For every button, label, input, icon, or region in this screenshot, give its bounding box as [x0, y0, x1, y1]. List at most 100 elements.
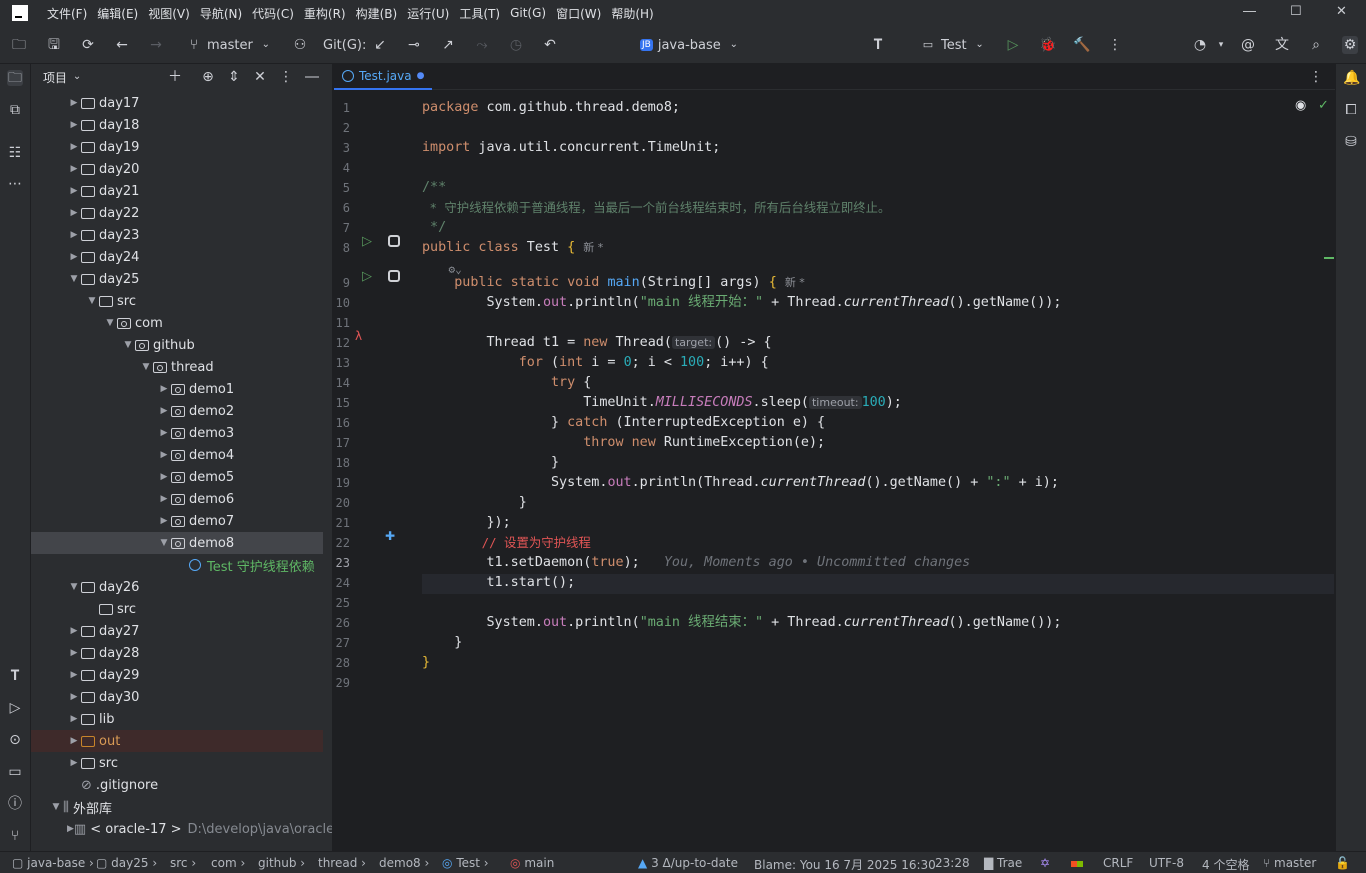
locate-icon[interactable]: ⊕: [200, 69, 216, 85]
minimize-icon[interactable]: ―: [1243, 4, 1256, 19]
tree-item[interactable]: ▶ demo7: [31, 510, 323, 532]
chevron-right-icon[interactable]: ▶: [67, 98, 81, 108]
add-change-gutter-icon[interactable]: ✚: [385, 529, 395, 543]
tree-item[interactable]: ▼ demo8: [31, 532, 323, 554]
blame-info[interactable]: Blame: You 16 7月 2025 16:30: [754, 856, 936, 873]
trae-tool-icon[interactable]: 𝐓: [7, 668, 23, 684]
update-icon[interactable]: ◔: [1192, 37, 1208, 53]
tree-item[interactable]: ▶▥< oracle-17 > D:\develop\java\oracle\jd…: [31, 818, 332, 840]
tree-item[interactable]: ▶ day24: [31, 246, 323, 268]
tree-item[interactable]: ▶ demo2: [31, 400, 323, 422]
lambda-gutter-icon[interactable]: λ: [355, 329, 362, 343]
collapse-all-icon[interactable]: ✕: [252, 69, 268, 85]
profile-icon[interactable]: ⚇: [292, 37, 308, 53]
chevron-right-icon[interactable]: ▶: [157, 428, 171, 438]
services-tool-icon[interactable]: ⊙: [7, 732, 23, 748]
breadcrumb-test[interactable]: ◎ Test ›: [442, 856, 489, 870]
chevron-right-icon[interactable]: ▶: [67, 824, 74, 834]
project-panel-title[interactable]: 项目: [43, 69, 67, 86]
run-config-selector[interactable]: ▭ Test ⌄: [920, 36, 988, 54]
chevron-right-icon[interactable]: ▶: [67, 142, 81, 152]
tree-item[interactable]: ⊘ .gitignore: [31, 774, 323, 796]
tree-item[interactable]: ▶ day30: [31, 686, 323, 708]
plugin-star-icon[interactable]: ✡: [1040, 856, 1050, 870]
tree-item[interactable]: ▶ demo1: [31, 378, 323, 400]
tree-item[interactable]: ▶ day29: [31, 664, 323, 686]
tab-options-icon[interactable]: ⋮: [1308, 69, 1324, 85]
history-icon[interactable]: ◷: [508, 37, 524, 53]
tree-item[interactable]: ▶ out: [31, 730, 323, 752]
run-class-gutter-icon[interactable]: ▷: [362, 234, 372, 249]
save-icon[interactable]: 🖫: [46, 37, 62, 53]
add-icon[interactable]: ＋: [167, 69, 183, 85]
menu-window[interactable]: 窗口(W): [551, 5, 606, 22]
options-icon[interactable]: ⋮: [278, 69, 294, 85]
breadcrumb-com[interactable]: com ›: [211, 856, 245, 870]
breadcrumb-main[interactable]: ◎ main: [510, 856, 554, 870]
more-actions-icon[interactable]: ⋮: [1107, 37, 1123, 53]
chevron-down-icon[interactable]: ▼: [157, 538, 171, 548]
chevron-right-icon[interactable]: ▶: [67, 186, 81, 196]
breadcrumb-github[interactable]: github ›: [258, 856, 305, 870]
chevron-right-icon[interactable]: ▶: [67, 758, 81, 768]
line-separator[interactable]: CRLF: [1103, 856, 1133, 870]
chevron-right-icon[interactable]: ▶: [67, 230, 81, 240]
chevron-right-icon[interactable]: ▶: [157, 406, 171, 416]
chevron-down-icon[interactable]: ⌄: [69, 69, 85, 85]
breadcrumb-thread[interactable]: thread ›: [318, 856, 366, 870]
trae-status[interactable]: ▇ Trae: [984, 856, 1022, 870]
tree-item[interactable]: ▶ day27: [31, 620, 323, 642]
problems-tool-icon[interactable]: ⓘ: [7, 796, 23, 812]
run-icon[interactable]: ▷: [1005, 37, 1021, 53]
tree-item[interactable]: ▼ day25: [31, 268, 323, 290]
chevron-right-icon[interactable]: ▶: [157, 450, 171, 460]
menu-git[interactable]: Git(G): [505, 6, 551, 20]
chevron-down-icon[interactable]: ▼: [121, 340, 135, 350]
tree-item[interactable]: ▶ src: [31, 752, 323, 774]
chevron-right-icon[interactable]: ▶: [67, 692, 81, 702]
gear-icon[interactable]: ⚙: [1342, 37, 1358, 53]
tree-item[interactable]: ▶ day22: [31, 202, 323, 224]
tree-item[interactable]: ▶ demo6: [31, 488, 323, 510]
project-selector[interactable]: JB java-base ⌄: [640, 36, 742, 54]
tree-item[interactable]: ▼ github: [31, 334, 323, 356]
chevron-right-icon[interactable]: ▶: [67, 208, 81, 218]
breadcrumb-demo8[interactable]: demo8 ›: [379, 856, 429, 870]
close-icon[interactable]: ✕: [1336, 4, 1347, 19]
forward-icon[interactable]: →: [148, 37, 164, 53]
chevron-down-icon[interactable]: ▼: [67, 274, 81, 284]
maximize-icon[interactable]: ☐: [1290, 4, 1302, 19]
chevron-down-icon[interactable]: ▼: [49, 802, 63, 812]
commit-tool-icon[interactable]: ⧉: [7, 102, 23, 118]
lock-icon[interactable]: 🔓: [1335, 856, 1350, 870]
stop-gutter-icon[interactable]: [388, 270, 400, 282]
chevron-down-icon[interactable]: ▼: [103, 318, 117, 328]
chevron-right-icon[interactable]: ▶: [67, 648, 81, 658]
expand-all-icon[interactable]: ⇕: [226, 69, 242, 85]
build-icon[interactable]: 🔨: [1073, 37, 1090, 53]
menu-refactor[interactable]: 重构(R): [299, 5, 351, 22]
menu-help[interactable]: 帮助(H): [606, 5, 658, 22]
tree-item[interactable]: src: [31, 598, 323, 620]
git-branch-status[interactable]: ⑂ master: [1263, 856, 1316, 870]
tree-item[interactable]: ▼ src: [31, 290, 323, 312]
chevron-right-icon[interactable]: ▶: [157, 472, 171, 482]
menu-navigate[interactable]: 导航(N): [195, 5, 247, 22]
rollback-icon[interactable]: ↶: [542, 37, 558, 53]
indent-setting[interactable]: 4 个空格: [1202, 856, 1249, 873]
ai-chat-icon[interactable]: ⧠: [1343, 102, 1359, 118]
chevron-down-icon[interactable]: ▼: [139, 362, 153, 372]
menu-edit[interactable]: 编辑(E): [92, 5, 143, 22]
run-main-gutter-icon[interactable]: ▷: [362, 269, 372, 284]
chevron-right-icon[interactable]: ▶: [67, 714, 81, 724]
hide-panel-icon[interactable]: ―: [304, 69, 320, 85]
menu-file[interactable]: 文件(F): [42, 5, 92, 22]
tree-item[interactable]: ▶ day21: [31, 180, 323, 202]
chevron-right-icon[interactable]: ▶: [67, 120, 81, 130]
tree-item[interactable]: ▶ day23: [31, 224, 323, 246]
menu-build[interactable]: 构建(B): [351, 5, 403, 22]
tree-item[interactable]: ▶ demo3: [31, 422, 323, 444]
breadcrumb-src[interactable]: src ›: [170, 856, 196, 870]
tree-item[interactable]: ▼ com: [31, 312, 323, 334]
tree-item[interactable]: ▶ day19: [31, 136, 323, 158]
